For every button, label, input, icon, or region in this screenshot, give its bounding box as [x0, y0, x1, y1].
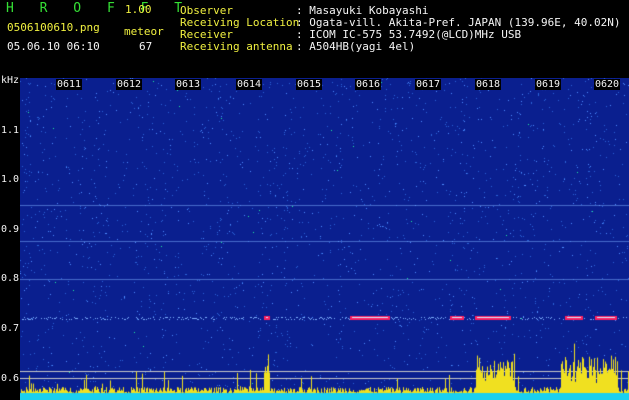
- time-tick-label: 0613: [175, 79, 202, 90]
- freq-tick-label: 0.8: [1, 273, 20, 284]
- time-tick-label: 0615: [296, 79, 323, 90]
- time-tick-label: 0612: [116, 79, 143, 90]
- antenna-value: : A504HB(yagi 4el): [296, 40, 416, 53]
- time-tick-label: 0620: [594, 79, 621, 90]
- freq-tick-label: 1.1: [1, 125, 20, 136]
- antenna-label: Receiving antenna: [180, 40, 293, 53]
- meteor-count: 67: [139, 40, 153, 53]
- counter-label: meteor: [124, 25, 164, 38]
- time-tick-label: 0617: [415, 79, 442, 90]
- spectrogram-canvas: [20, 78, 629, 400]
- app-title: H R O F F T: [6, 1, 192, 16]
- freq-tick-label: 0.9: [1, 224, 20, 235]
- freq-tick-label: 0.7: [1, 323, 20, 334]
- freq-tick-label: 0.6: [1, 373, 20, 384]
- time-tick-label: 0611: [56, 79, 83, 90]
- app-version: 1.00: [125, 3, 152, 16]
- freq-unit-label: kHz: [1, 75, 20, 86]
- freq-tick-label: 1.0: [1, 174, 20, 185]
- header-panel: H R O F F T 1.00 0506100610.png meteor 0…: [0, 0, 629, 78]
- time-tick-label: 0614: [236, 79, 263, 90]
- time-tick-label: 0618: [475, 79, 502, 90]
- frequency-axis: kHz 1.1 1.0 0.9 0.8 0.7 0.6: [0, 74, 20, 400]
- time-tick-label: 0616: [355, 79, 382, 90]
- file-name: 0506100610.png: [7, 21, 100, 34]
- time-tick-label: 0619: [535, 79, 562, 90]
- date-time: 05.06.10 06:10: [7, 40, 100, 53]
